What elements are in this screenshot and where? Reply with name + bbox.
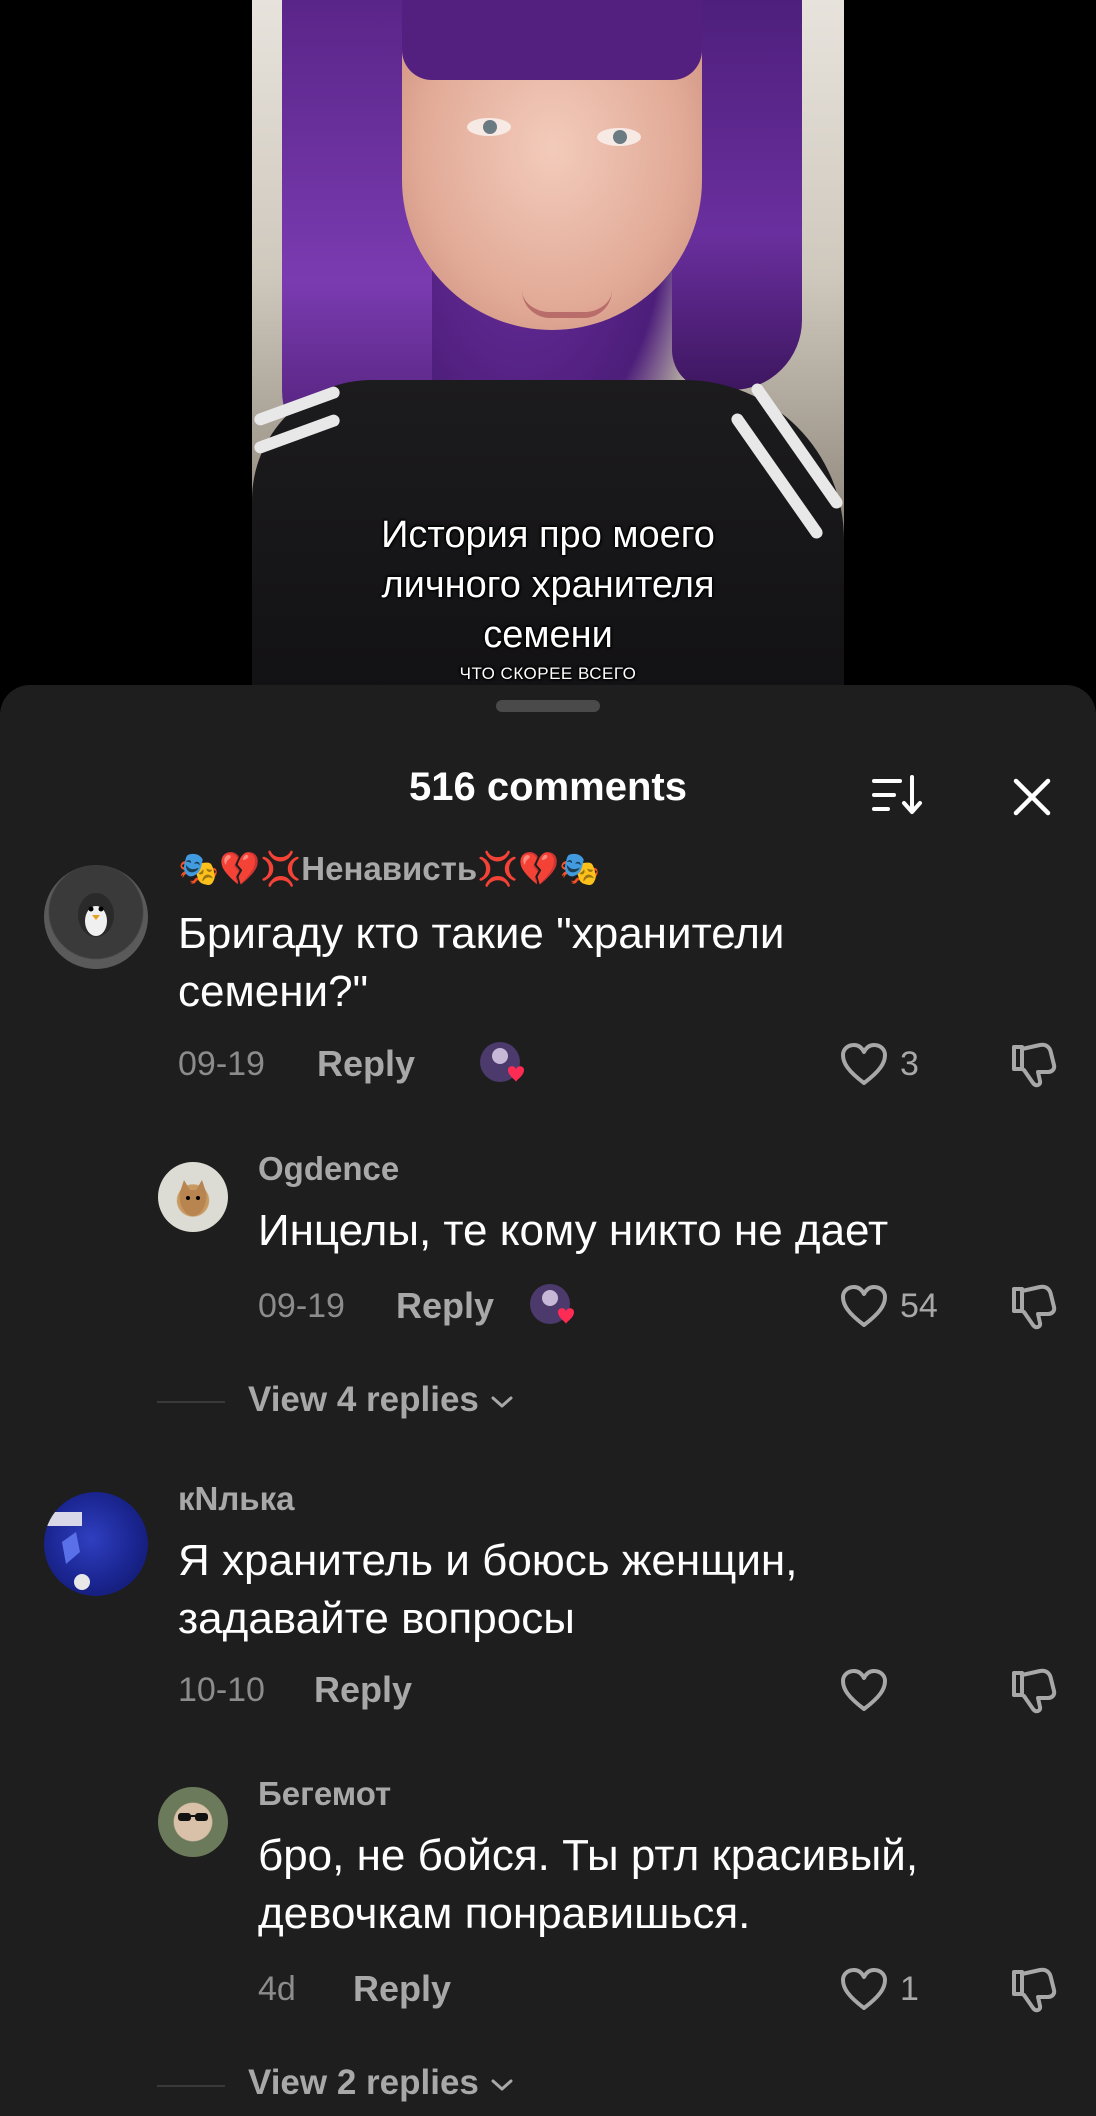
view-replies-label: View 4 replies (248, 1380, 479, 1419)
caption-line: История про моего (381, 514, 715, 556)
view-replies-button[interactable]: View 2 replies (248, 2063, 515, 2103)
chevron-down-icon (491, 2079, 513, 2091)
sunglasses-avatar-icon (178, 1813, 208, 1821)
reply-button[interactable]: Reply (396, 1285, 494, 1327)
comment-date: 09-19 (258, 1287, 345, 1325)
close-icon[interactable] (1008, 773, 1056, 821)
comment-text-line: Инцелы, те кому никто не дает (258, 1206, 889, 1255)
comment-date: 4d (258, 1970, 296, 2008)
like-heart-icon[interactable] (840, 1285, 888, 1329)
like-count: 3 (900, 1045, 919, 1083)
dislike-icon[interactable] (1010, 1041, 1058, 1089)
comments-count-title: 516 comments (409, 765, 687, 809)
comment-text-line: Я хранитель и боюсь женщин, (178, 1536, 798, 1585)
drag-handle[interactable] (496, 700, 600, 712)
comment-text: Я хранитель и боюсь женщин, задавайте во… (178, 1532, 797, 1648)
comment-text-line: девочкам понравишься. (258, 1889, 751, 1938)
comments-sheet: 516 comments 🎭💔💢Ненависть💢💔🎭 Бригаду кто… (0, 685, 1096, 2116)
video-eye-left (467, 118, 511, 136)
video-caption: История про моего личного хранителя семе… (252, 510, 844, 660)
view-replies-divider (157, 1401, 225, 1403)
comment-text-line: бро, не бойся. Ты ртл красивый, (258, 1831, 919, 1880)
view-replies-button[interactable]: View 4 replies (248, 1380, 515, 1420)
reply-button[interactable]: Reply (317, 1043, 415, 1085)
like-heart-icon[interactable] (840, 1669, 888, 1713)
cat-avatar-icon (179, 1180, 207, 1216)
reply-button[interactable]: Reply (353, 1968, 451, 2010)
chevron-down-icon (491, 1396, 513, 1408)
comment-text-line: семени?" (178, 967, 369, 1016)
caption-line: личного хранителя (381, 564, 715, 606)
username[interactable]: Бегемот (258, 1775, 391, 1813)
like-count: 1 (900, 1970, 919, 2008)
avatar[interactable] (158, 1787, 228, 1857)
comment-date: 10-10 (178, 1671, 265, 1709)
comment-text: бро, не бойся. Ты ртл красивый, девочкам… (258, 1827, 918, 1943)
video-mouth (522, 290, 612, 318)
view-replies-divider (157, 2085, 225, 2087)
avatar[interactable] (44, 1492, 148, 1596)
penguin-avatar-icon (78, 893, 114, 937)
like-heart-icon[interactable] (840, 1043, 888, 1087)
avatar[interactable] (158, 1162, 228, 1232)
sort-icon[interactable] (870, 773, 924, 817)
avatar[interactable] (44, 865, 148, 969)
dislike-icon[interactable] (1010, 1667, 1058, 1715)
book-avatar-icon (44, 1512, 90, 1590)
username[interactable]: Ogdence (258, 1150, 399, 1188)
comment-text: Бригаду кто такие "хранители семени?" (178, 905, 784, 1021)
video-subcaption: ЧТО СКОРЕЕ ВСЕГО (459, 664, 637, 683)
view-replies-label: View 2 replies (248, 2063, 479, 2102)
video-bangs (402, 0, 702, 80)
comment-text-line: задавайте вопросы (178, 1594, 575, 1643)
video-eye-right (597, 128, 641, 146)
username[interactable]: 🎭💔💢Ненависть💢💔🎭 (178, 850, 600, 889)
reply-button[interactable]: Reply (314, 1669, 412, 1711)
comment-date: 09-19 (178, 1045, 265, 1083)
comment-text: Инцелы, те кому никто не дает (258, 1202, 888, 1260)
username[interactable]: кNлька (178, 1480, 294, 1518)
creator-liked-badge (478, 1040, 524, 1084)
like-heart-icon[interactable] (840, 1968, 888, 2012)
like-count: 54 (900, 1287, 938, 1325)
creator-liked-badge (528, 1282, 574, 1326)
dislike-icon[interactable] (1010, 1966, 1058, 2014)
caption-line: семени (483, 614, 613, 656)
comment-text-line: Бригаду кто такие "хранители (178, 909, 785, 958)
dislike-icon[interactable] (1010, 1283, 1058, 1331)
